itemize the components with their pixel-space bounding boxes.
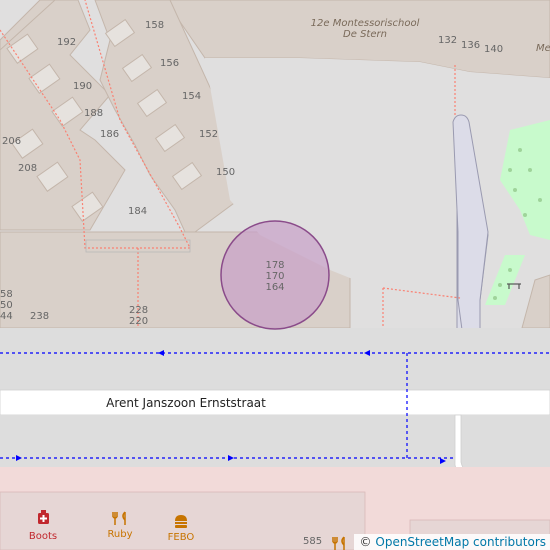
marker-label-178: 178 <box>265 260 284 271</box>
house-number-188: 188 <box>84 108 103 119</box>
house-number-186: 186 <box>100 129 119 140</box>
sidewalk-north <box>0 328 550 390</box>
house-number-136: 136 <box>461 40 480 51</box>
sidewalk-south <box>0 415 550 467</box>
attribution-prefix: © <box>359 535 372 549</box>
marker-label-170: 170 <box>265 271 284 282</box>
house-number-206: 206 <box>2 136 21 147</box>
map-attribution: © OpenStreetMap contributors <box>353 534 550 550</box>
house-number-184: 184 <box>128 206 147 217</box>
house-number-58: 58 <box>0 289 13 300</box>
house-number-220: 220 <box>129 316 148 327</box>
school-name-line1: 12e Montessorischool <box>311 18 420 29</box>
house-number-50: 50 <box>0 300 13 311</box>
house-number-140: 140 <box>484 44 503 55</box>
house-number-190: 190 <box>73 81 92 92</box>
house-number-238: 238 <box>30 311 49 322</box>
house-number-585: 585 <box>303 536 322 547</box>
house-number-208: 208 <box>18 163 37 174</box>
house-number-150: 150 <box>216 167 235 178</box>
house-number-152: 152 <box>199 129 218 140</box>
map-canvas[interactable]: 158 192 156 190 154 188 152 186 206 150 … <box>0 0 550 550</box>
school-name-line2: De Stern <box>343 29 387 40</box>
house-number-44: 44 <box>0 311 13 322</box>
house-number-228: 228 <box>129 305 148 316</box>
street-arent-janszoon-ernststraat[interactable] <box>0 389 550 416</box>
poi-label-ruby: Ruby <box>107 529 132 540</box>
school-name-partial: Me <box>536 43 550 54</box>
poi-label-boots: Boots <box>29 531 57 542</box>
street-name-label: Arent Janszoon Ernststraat <box>106 396 266 410</box>
house-number-158: 158 <box>145 20 164 31</box>
marker-label-164: 164 <box>265 282 284 293</box>
house-number-132: 132 <box>438 35 457 46</box>
house-number-154: 154 <box>182 91 201 102</box>
attribution-link[interactable]: OpenStreetMap contributors <box>375 535 546 549</box>
poi-label-febo: FEBO <box>168 532 195 543</box>
house-number-192: 192 <box>57 37 76 48</box>
house-number-156: 156 <box>160 58 179 69</box>
